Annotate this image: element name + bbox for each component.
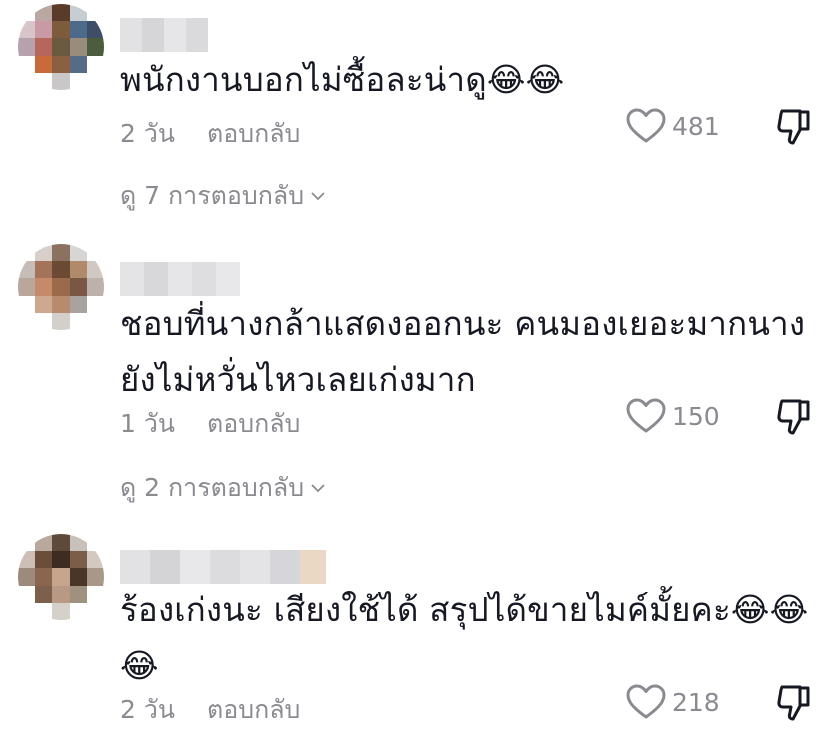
thumbs-down-icon[interactable] bbox=[774, 396, 814, 436]
comment-meta: 2 วัน ตอบกลับ bbox=[120, 114, 300, 154]
username[interactable] bbox=[120, 18, 208, 52]
reply-button[interactable]: ตอบกลับ bbox=[207, 404, 300, 444]
comment-text-line: ร้องเก่งนะ เสียงใช้ได้ สรุปได้ขายไมค์มั้… bbox=[120, 590, 809, 629]
heart-outline-icon bbox=[626, 398, 666, 433]
view-replies-button[interactable]: ดู 7 การตอบกลับ bbox=[120, 176, 326, 216]
comment-text-line: ชอบที่นางกล้าแสดงออกนะ คนมองเยอะมากนาง bbox=[120, 304, 806, 343]
comment-meta: 2 วัน ตอบกลับ bbox=[120, 690, 300, 730]
like-count: 481 bbox=[672, 111, 720, 141]
thumbs-down-icon[interactable] bbox=[774, 106, 814, 146]
view-replies-button[interactable]: ดู 2 การตอบกลับ bbox=[120, 468, 326, 508]
view-replies-label: ดู 2 การตอบกลับ bbox=[120, 473, 305, 502]
username[interactable] bbox=[120, 262, 240, 296]
comment-meta: 1 วัน ตอบกลับ bbox=[120, 404, 300, 444]
avatar[interactable] bbox=[18, 4, 104, 90]
comment-text: ร้องเก่งนะ เสียงใช้ได้ สรุปได้ขายไมค์มั้… bbox=[120, 582, 820, 694]
like-button[interactable]: 218 bbox=[626, 684, 720, 720]
chevron-down-icon bbox=[311, 192, 325, 201]
comment-text: พนักงานบอกไม่ซื้อละน่าดู😂😂 bbox=[120, 60, 565, 99]
heart-outline-icon bbox=[626, 684, 666, 719]
comment-time: 1 วัน bbox=[120, 409, 175, 438]
reply-button[interactable]: ตอบกลับ bbox=[207, 114, 300, 154]
thumbs-down-icon[interactable] bbox=[774, 682, 814, 722]
chevron-down-icon bbox=[311, 484, 325, 493]
comment-time: 2 วัน bbox=[120, 119, 175, 148]
like-button[interactable]: 481 bbox=[626, 108, 720, 144]
comment-time: 2 วัน bbox=[120, 695, 175, 724]
view-replies-label: ดู 7 การตอบกลับ bbox=[120, 181, 305, 210]
heart-outline-icon bbox=[626, 108, 666, 143]
like-count: 218 bbox=[672, 687, 720, 717]
avatar[interactable] bbox=[18, 534, 104, 620]
reply-button[interactable]: ตอบกลับ bbox=[207, 690, 300, 730]
avatar[interactable] bbox=[18, 244, 104, 330]
comment-text: ชอบที่นางกล้าแสดงออกนะ คนมองเยอะมากนาง ย… bbox=[120, 296, 820, 408]
like-button[interactable]: 150 bbox=[626, 398, 720, 434]
like-count: 150 bbox=[672, 401, 720, 431]
username[interactable] bbox=[120, 550, 326, 584]
